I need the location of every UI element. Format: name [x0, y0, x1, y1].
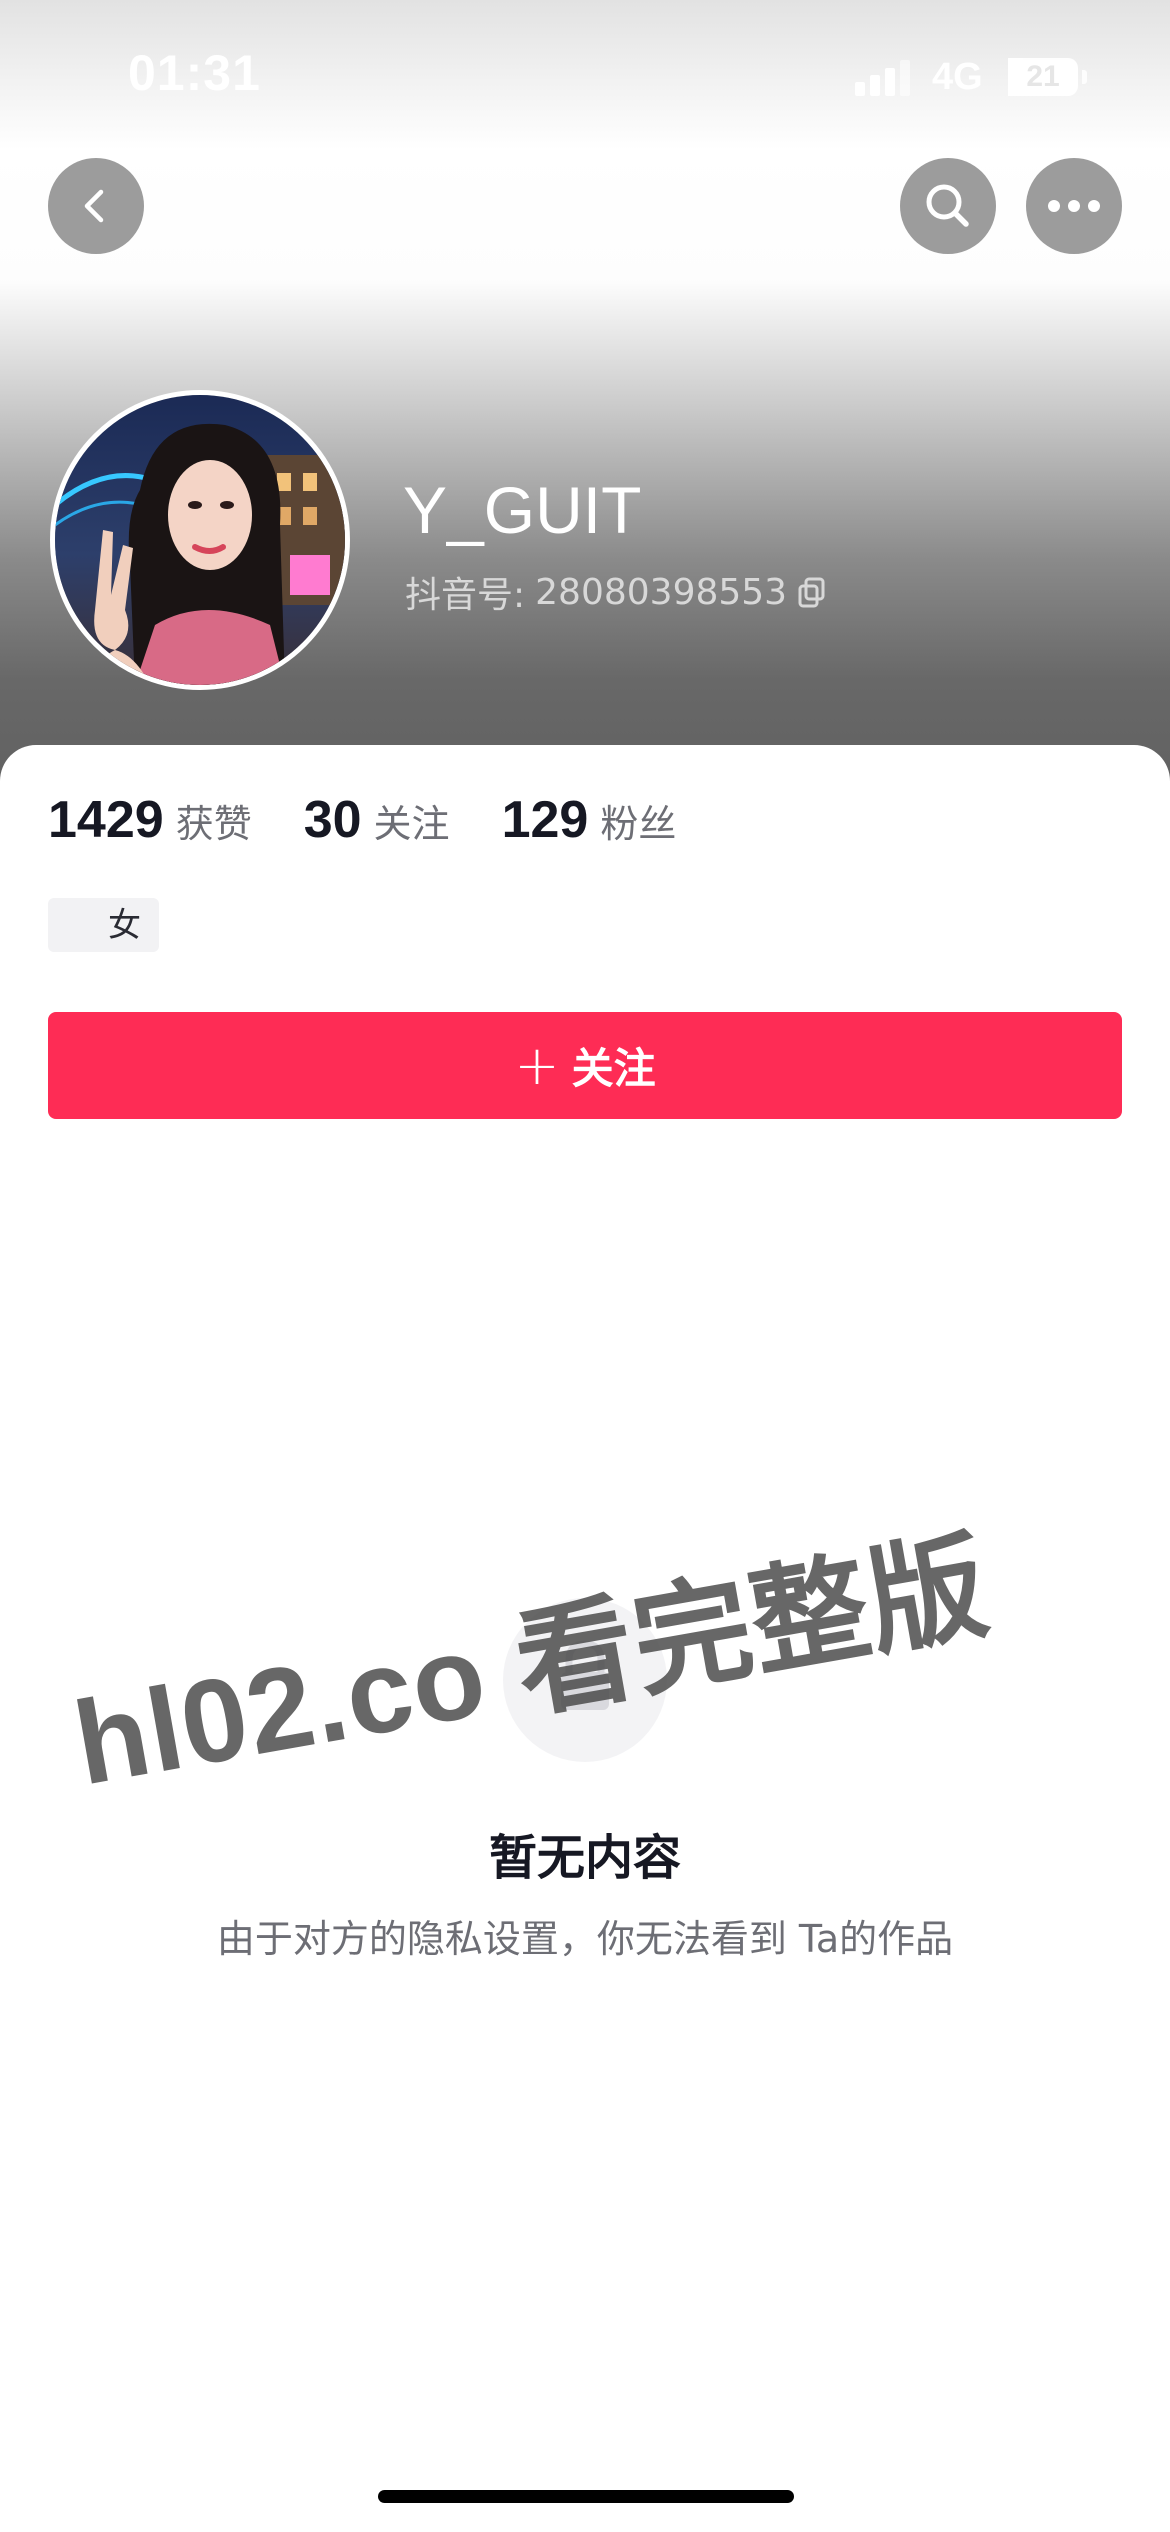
stat-followers[interactable]: 129 粉丝: [502, 790, 677, 850]
more-dots-icon: [1048, 200, 1100, 212]
empty-state-title: 暂无内容: [488, 1830, 681, 1886]
cellular-signal-icon: [855, 60, 911, 96]
search-button[interactable]: [900, 158, 996, 254]
stat-likes-label: 获赞: [175, 802, 252, 846]
home-indicator[interactable]: [378, 2490, 794, 2503]
stat-likes: 1429 获赞: [48, 790, 252, 850]
stats-row: 1429 获赞 30 关注 129 粉丝: [48, 790, 728, 850]
follow-button-label: 关注: [571, 1044, 656, 1093]
douyin-id-label: 抖音号:: [405, 575, 526, 616]
battery-nub: [1082, 70, 1087, 84]
gender-tag: 女: [48, 898, 159, 952]
battery-icon: 21: [1008, 58, 1078, 96]
copy-icon[interactable]: [797, 576, 827, 608]
plus-icon: +: [514, 1033, 560, 1097]
douyin-id-row[interactable]: 抖音号: 28080398553: [405, 566, 827, 618]
chevron-left-icon: [84, 189, 104, 223]
search-icon: [926, 184, 969, 227]
empty-state-description: 由于对方的隐私设置，你无法看到 Ta的作品: [216, 1917, 954, 1961]
profile-screen: 01:31 4G 21 Y_GUIT 抖音号: 28080398553 1429…: [0, 0, 1170, 2532]
follow-button[interactable]: + 关注: [48, 1012, 1122, 1119]
avatar-photo: [55, 395, 345, 685]
douyin-id-value: 28080398553: [535, 571, 788, 613]
status-time: 01:31: [128, 45, 261, 101]
network-type: 4G: [932, 56, 983, 98]
back-button[interactable]: [48, 158, 144, 254]
avatar[interactable]: [50, 390, 350, 690]
stat-followers-value: 129: [501, 791, 589, 849]
battery-percent: 21: [1026, 60, 1060, 93]
stat-followers-label: 粉丝: [600, 802, 677, 846]
more-button[interactable]: [1026, 158, 1122, 254]
stat-likes-value: 1429: [48, 791, 164, 849]
username: Y_GUIT: [403, 473, 642, 547]
stat-following-value: 30: [303, 791, 362, 849]
stat-following[interactable]: 30 关注: [304, 790, 450, 850]
stat-following-label: 关注: [373, 802, 450, 846]
